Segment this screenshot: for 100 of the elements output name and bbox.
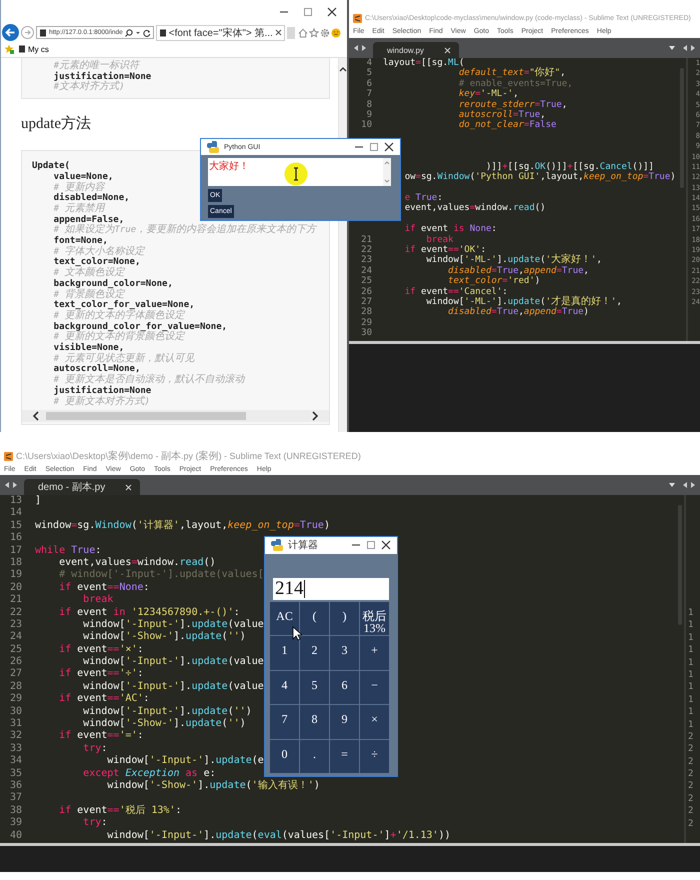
code-comment: #元素的唯一标识符 bbox=[52, 61, 140, 72]
code-line: window['-ML-'].update('大家好！', bbox=[426, 255, 602, 266]
code-line: try: bbox=[83, 742, 108, 755]
code-comment: # 更新内容 bbox=[52, 182, 105, 193]
code-line: if event in '1234567890.+-()': bbox=[59, 606, 240, 619]
calculator-key[interactable]: ( bbox=[300, 602, 329, 635]
code-comment: # 元素可见状态更新，默认可见 bbox=[52, 354, 195, 364]
line-number: 19 bbox=[8, 569, 23, 582]
code-line: disabled=True,append=True, bbox=[448, 266, 589, 276]
code-line: window['-Show-'].update('输入有误！') bbox=[107, 780, 320, 792]
output-field[interactable]: 大家好！ bbox=[208, 158, 391, 186]
code-line: if event=='Cancel': bbox=[404, 286, 508, 297]
code-line: if event=='AC': bbox=[59, 693, 150, 706]
code-line: if event=='OK': bbox=[404, 245, 486, 256]
line-number: 23 bbox=[360, 255, 373, 266]
line-number: 9 bbox=[366, 110, 373, 120]
code-line: # window['-Input-'].update(values[ bbox=[59, 569, 264, 582]
line-number: 16 bbox=[8, 532, 23, 545]
calculator-key[interactable]: 6 bbox=[330, 670, 359, 704]
line-number: 1 bbox=[688, 718, 694, 731]
browser-tab[interactable]: <font face="宋体"> 第... bbox=[156, 24, 285, 40]
code-line: append=False, bbox=[52, 214, 124, 225]
code-line: justification=None bbox=[52, 386, 152, 396]
code-line: autoscroll=True, bbox=[458, 110, 546, 120]
line-number: 1 bbox=[688, 632, 694, 644]
code-line: do_not_clear=False bbox=[458, 120, 556, 131]
line-number: 30 bbox=[8, 706, 23, 718]
line-number: 6 bbox=[366, 78, 373, 90]
code-line: reroute_stderr=True, bbox=[458, 100, 568, 110]
calculator-key[interactable]: × bbox=[360, 705, 389, 738]
line-number: 30 bbox=[360, 328, 373, 339]
calculator-key[interactable]: AC bbox=[270, 602, 299, 635]
line-number: 2 bbox=[688, 780, 694, 793]
code-line: break bbox=[426, 234, 454, 246]
line-number: 7 bbox=[366, 89, 373, 100]
line-number: 2 bbox=[688, 768, 694, 780]
code-line: window['-Input-'].update(value bbox=[83, 618, 264, 631]
code-line: ow=sg.Window('Python GUI',layout,keep_on_top=True) bbox=[404, 172, 676, 183]
calculator-key[interactable]: = bbox=[330, 740, 359, 773]
line-number: 32 bbox=[8, 730, 23, 743]
line-number: 21 bbox=[8, 594, 23, 607]
favorite-link[interactable]: My cs bbox=[18, 44, 49, 54]
line-number: 23 bbox=[8, 618, 23, 632]
calculator-key[interactable]: 2 bbox=[300, 636, 329, 670]
line-number: 35 bbox=[8, 768, 23, 780]
code-line: window['-Input-'].update(e bbox=[107, 755, 264, 768]
line-number: 1 bbox=[688, 694, 694, 706]
calculator-key[interactable]: 5 bbox=[300, 670, 329, 704]
code-line: disabled=None, bbox=[52, 193, 130, 204]
line-number: 33 bbox=[8, 742, 23, 756]
code-comment: #文本对齐方式) bbox=[52, 82, 125, 94]
calculator-key[interactable]: ) bbox=[330, 602, 359, 635]
line-number: 29 bbox=[360, 318, 373, 328]
display-field[interactable]: 214 bbox=[273, 578, 389, 600]
code-line: layout=[[sg.ML( bbox=[383, 58, 464, 68]
line-number: 2 bbox=[688, 756, 694, 768]
line-number: 2 bbox=[688, 805, 694, 818]
editor-tab[interactable]: window.py bbox=[373, 42, 459, 58]
line-number: 1 bbox=[688, 668, 694, 682]
calculator-key[interactable]: 9 bbox=[330, 705, 359, 738]
editor-tab[interactable]: demo - 副本.py bbox=[24, 479, 140, 495]
calculator-key[interactable]: − bbox=[360, 670, 389, 704]
calculator-key[interactable]: 税后 13% bbox=[360, 602, 389, 635]
calculator-key[interactable]: + bbox=[360, 636, 389, 670]
calculator-key[interactable]: ÷ bbox=[360, 740, 389, 773]
code-comment: # 更新文本是否自动滚动，默认不自动滚动 bbox=[52, 375, 245, 386]
code-line: if event==None: bbox=[59, 582, 150, 594]
line-number: 14 bbox=[8, 507, 23, 520]
code-comment: # 更新的文本的字体颜色设定 bbox=[52, 310, 185, 322]
code-line: )]]+[[sg.OK()]]+[[sg.Cancel()]] bbox=[486, 162, 654, 172]
line-number: 5 bbox=[366, 68, 373, 79]
line-number: 40 bbox=[8, 830, 23, 842]
code-line: if event is None: bbox=[404, 224, 497, 235]
line-number: 18 bbox=[8, 556, 23, 570]
line-number: 37 bbox=[8, 792, 23, 805]
calculator-key[interactable]: . bbox=[300, 740, 329, 773]
calculator-key[interactable]: 1 bbox=[270, 636, 299, 670]
code-line: visible=None, bbox=[52, 343, 124, 354]
window-title: C:\Users\xiao\Desktop\案例\demo - 副本.py (案例) - Sublime Text (UNREGISTERED) bbox=[16, 450, 361, 463]
code-line: background_color_for_value=None, bbox=[52, 322, 228, 332]
calculator-key[interactable]: 4 bbox=[270, 670, 299, 704]
calculator-key[interactable]: 0 bbox=[270, 740, 299, 773]
code-line: window['-Input-'].update(value bbox=[83, 680, 264, 694]
line-number: 22 bbox=[360, 245, 373, 256]
code-line: if event=='÷': bbox=[59, 668, 144, 681]
line-number: 28 bbox=[8, 680, 23, 694]
code-comment: # 元素禁用 bbox=[52, 204, 105, 215]
calculator-key[interactable]: 8 bbox=[300, 705, 329, 738]
code-comment: # 更新的文本的背景颜色设定 bbox=[52, 332, 185, 342]
code-line: text_color_for_value=None, bbox=[52, 300, 195, 310]
code-line: event,values=window.read() bbox=[59, 556, 216, 569]
line-number: 15 bbox=[8, 520, 23, 532]
calculator-key[interactable]: 7 bbox=[270, 705, 299, 738]
code-line: event,values=window.read() bbox=[404, 203, 546, 214]
code-line: window['-Show-'].update('') bbox=[83, 631, 246, 644]
code-line: if event=='=': bbox=[59, 730, 144, 743]
code-comment: # 更新文本对齐方式) bbox=[52, 396, 150, 408]
line-number: 25 bbox=[360, 276, 373, 287]
calculator-key[interactable]: 3 bbox=[330, 636, 359, 670]
code-line: justification=None bbox=[52, 72, 152, 82]
